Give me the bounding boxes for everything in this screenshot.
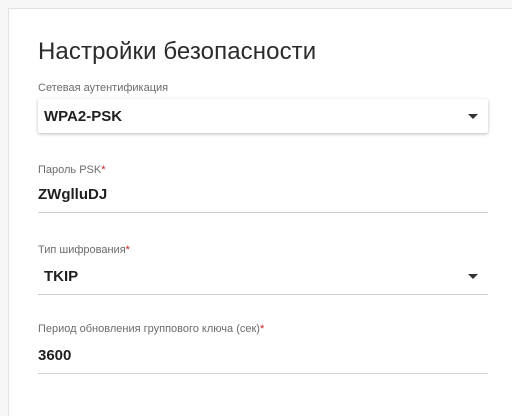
auth-label-text: Сетевая аутентификация xyxy=(38,82,169,94)
group-key-underline xyxy=(38,373,488,374)
encryption-underline xyxy=(38,294,488,295)
psk-label-text: Пароль PSK xyxy=(38,164,102,176)
group-key-input[interactable]: 3600 xyxy=(38,347,71,364)
encryption-select[interactable]: TKIP xyxy=(38,259,488,293)
auth-select-value: WPA2-PSK xyxy=(44,108,123,125)
chevron-down-icon xyxy=(468,114,478,119)
required-mark: * xyxy=(101,164,106,176)
psk-label: Пароль PSK* xyxy=(38,164,106,176)
required-mark: * xyxy=(125,244,130,256)
encryption-select-value: TKIP xyxy=(44,268,79,285)
psk-input[interactable]: ZWglluDJ xyxy=(38,186,107,203)
group-key-label: Период обновления группового ключа (сек)… xyxy=(38,323,264,335)
required-mark: * xyxy=(259,323,265,335)
section-title: Настройки безопасности xyxy=(38,38,317,65)
encryption-label-text: Тип шифрования xyxy=(38,244,126,256)
auth-label: Сетевая аутентификация xyxy=(38,82,168,94)
psk-underline xyxy=(38,212,488,213)
auth-select[interactable]: WPA2-PSK xyxy=(38,99,488,133)
group-key-label-text: Период обновления группового ключа (сек) xyxy=(38,323,260,335)
chevron-down-icon xyxy=(468,274,478,279)
encryption-label: Тип шифрования* xyxy=(38,244,130,256)
page: Настройки безопасности Сетевая аутентифи… xyxy=(0,0,512,416)
